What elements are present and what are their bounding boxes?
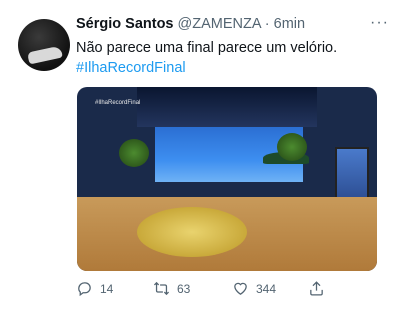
tweet-time[interactable]: 6min — [274, 16, 305, 32]
separator-dot: · — [264, 16, 270, 32]
tweet-actions: 14 63 344 — [76, 280, 376, 300]
author-name[interactable]: Sérgio Santos — [76, 16, 174, 32]
author-handle[interactable]: @ZAMENZA — [178, 16, 261, 32]
more-horizontal-icon[interactable]: ··· — [370, 14, 389, 32]
tweet-card[interactable]: Sérgio Santos @ZAMENZA · 6min ··· Não pa… — [0, 0, 400, 315]
palm-tree-left — [119, 139, 149, 167]
reply-count: 14 — [100, 281, 114, 296]
reply-icon — [78, 282, 91, 297]
avatar[interactable] — [18, 19, 70, 71]
palm-tree-right — [277, 133, 307, 161]
tweet-media-image[interactable]: #IlhaRecordFinal — [77, 87, 377, 271]
like-button[interactable]: 344 — [232, 280, 276, 297]
hashtag-link[interactable]: #IlhaRecordFinal — [76, 58, 337, 78]
like-count: 344 — [256, 281, 277, 296]
share-button[interactable] — [308, 280, 325, 297]
tweet-text: Não parece uma final parece um velório. … — [76, 38, 337, 78]
media-watermark: #IlhaRecordFinal — [95, 100, 141, 106]
studio-ceiling — [137, 87, 317, 127]
reply-button[interactable]: 14 — [76, 280, 113, 297]
retweet-icon — [153, 281, 170, 296]
car-image — [27, 45, 63, 65]
tweet-text-line: Não parece uma final parece um velório. — [76, 40, 338, 56]
retweet-count: 63 — [177, 281, 191, 296]
tweet-header: Sérgio Santos @ZAMENZA · 6min — [76, 16, 305, 32]
compass-floor-graphic — [137, 207, 247, 257]
share-icon — [310, 281, 323, 296]
heart-icon — [234, 282, 247, 295]
retweet-button[interactable]: 63 — [153, 280, 190, 297]
